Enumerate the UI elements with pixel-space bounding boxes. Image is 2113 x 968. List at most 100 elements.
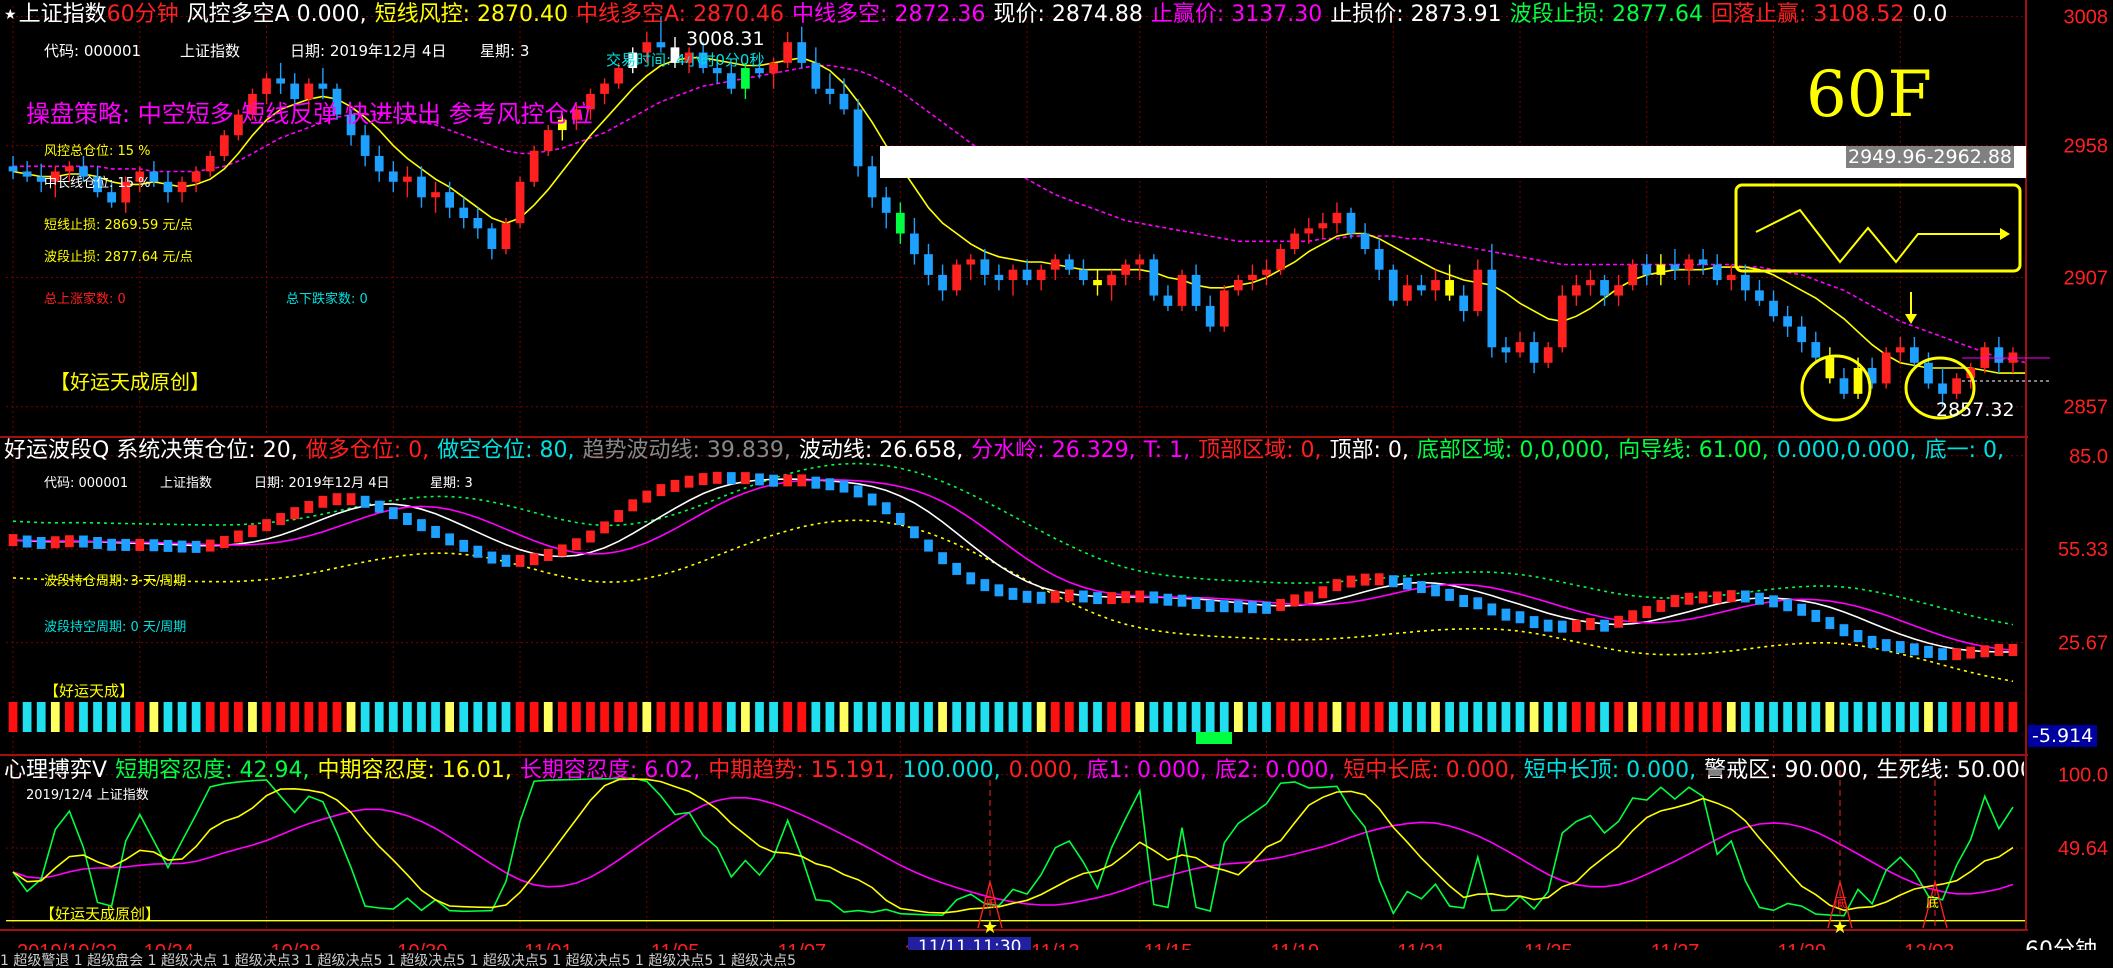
wave-histogram-bar	[234, 702, 243, 732]
psych-title[interactable]: 心理搏弈V	[4, 758, 107, 783]
wave-block	[839, 480, 849, 493]
wave-histogram-bar	[1107, 702, 1116, 732]
wave-header-value-3: 波动线: 26.658,	[798, 438, 964, 463]
wave-block	[1684, 592, 1694, 605]
candle-body	[1529, 342, 1539, 363]
wave-block	[121, 538, 131, 551]
candle-body	[1318, 223, 1328, 229]
wave-block	[1783, 599, 1792, 612]
high-price-label: 3008.31	[686, 28, 765, 50]
wave-block	[1276, 598, 1285, 611]
main-y-tick-label: 2958	[2064, 136, 2109, 158]
wave-block	[1755, 592, 1764, 605]
wave-block	[1586, 618, 1595, 631]
wave-histogram-bar	[149, 702, 159, 732]
wave-histogram-bar	[8, 702, 18, 732]
wave-block	[107, 538, 116, 551]
wave-histogram-bar	[1487, 702, 1497, 732]
wave-block	[1501, 608, 1511, 621]
wave-histogram-bar	[1262, 702, 1271, 732]
candle-body	[1431, 280, 1440, 291]
wave-histogram-bar	[290, 702, 300, 732]
info1-date: 日期: 2019年12月 4日	[290, 42, 447, 60]
wave-histogram-bar	[797, 702, 807, 732]
candle-body	[1445, 280, 1454, 296]
wave-histogram-bar	[1740, 702, 1750, 732]
wave-block	[1966, 646, 1976, 659]
candle-body	[1656, 264, 1666, 275]
wave-header-value-8: 底部区域: 0,0,000,	[1416, 438, 1611, 463]
wave-histogram-bar	[1712, 702, 1722, 732]
wave-histogram-bar	[839, 702, 849, 732]
main-price-panel[interactable]	[8, 16, 2028, 407]
star-icon: ★	[982, 917, 998, 938]
wave-block	[755, 473, 764, 486]
candle-body	[1487, 269, 1497, 348]
wave-block	[403, 512, 412, 525]
wave-block	[1205, 599, 1215, 612]
wave-histogram-bar	[1628, 702, 1638, 732]
wave-block	[1543, 619, 1553, 632]
info2-name: 上证指数	[160, 476, 213, 491]
wave-block	[938, 552, 947, 565]
wave-histogram-bar	[445, 702, 455, 732]
candle-body	[262, 78, 271, 94]
psych-header-value-0: 短期容忍度: 42.94,	[115, 758, 310, 783]
wave-title[interactable]: 好运波段Q 系统决策仓位: 20,	[4, 438, 298, 463]
main-y-tick-label: 2857	[2064, 397, 2109, 419]
candle-body	[1684, 259, 1694, 270]
wave-header-value-6: 顶部区域: 0,	[1198, 438, 1322, 463]
wave-histogram-bar	[1388, 702, 1398, 732]
psych-header-value-1: 中期容忍度: 16.01,	[317, 758, 512, 783]
period-label[interactable]: 60分钟	[107, 2, 179, 27]
wave-block	[65, 535, 74, 548]
wave-histogram-bar	[1670, 702, 1680, 732]
candle-body	[1290, 233, 1300, 250]
indicator-name: 风控多空A 0.000,	[186, 2, 367, 27]
wave-indicator-panel[interactable]	[8, 462, 2018, 745]
wave-y-tick-label: 55.33	[2058, 539, 2108, 561]
wave-histogram-bar	[1910, 702, 1919, 732]
candle-body	[825, 88, 835, 94]
wave-histogram-bar	[1093, 702, 1102, 732]
wave-histogram-bar	[1656, 702, 1666, 732]
wave-block	[614, 510, 624, 523]
candle-body	[1205, 305, 1215, 327]
wave-block	[1867, 635, 1877, 648]
symbol-name[interactable]: 上证指数	[19, 2, 107, 27]
wave-block	[515, 554, 525, 567]
candle-body	[219, 135, 229, 156]
candle-body	[1712, 264, 1722, 281]
psych-header-value-10: 警戒区: 90.000,	[1704, 758, 1869, 783]
wave-block	[1445, 588, 1454, 601]
main-label-5: 总下跌家数: 0	[286, 292, 368, 307]
info1-code: 代码: 000001	[44, 42, 142, 60]
wave-histogram-bar	[65, 702, 74, 732]
wave-histogram-bar	[50, 702, 60, 732]
wave-block	[1177, 594, 1187, 607]
wave-histogram-bar	[952, 702, 962, 732]
wave-block	[290, 507, 300, 520]
wave-block	[163, 539, 173, 552]
main-header-value-1: 中线多空A: 2870.46	[576, 2, 785, 27]
wave-block	[698, 473, 708, 486]
wave-block	[22, 535, 32, 548]
candle-body	[895, 212, 905, 234]
candle-body	[1036, 269, 1046, 281]
candle-body	[811, 62, 821, 89]
wave-histogram-bar	[853, 702, 863, 732]
wave-histogram-bar	[431, 702, 440, 732]
wave-header-value-4: 分水岭: 26.329,	[971, 438, 1136, 463]
wave-block	[1924, 645, 1933, 658]
wave-header-value-2: 趋势波动线: 39.839,	[582, 438, 791, 463]
wave-block	[1980, 645, 1990, 658]
wave-block	[135, 538, 145, 551]
info2-week: 星期: 3	[430, 476, 473, 491]
candle-body	[1332, 212, 1342, 224]
main-header-value-8: 0.0	[1912, 2, 1948, 27]
candle-body	[1586, 280, 1595, 286]
wave-header-value-11: 底一: 0,	[1924, 438, 2005, 463]
wave-block	[1233, 600, 1243, 613]
wave-block	[867, 493, 877, 506]
wave-histogram-bar	[656, 702, 666, 732]
